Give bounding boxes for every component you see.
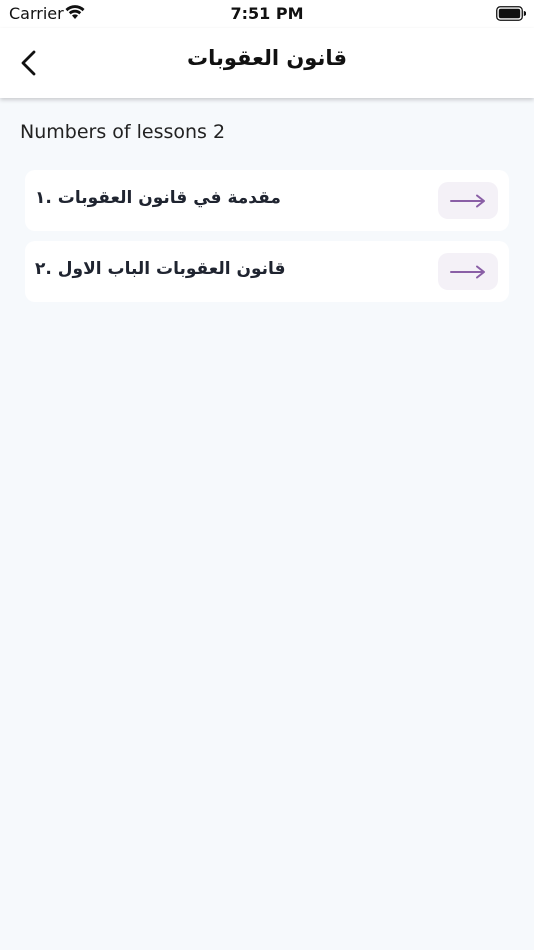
navigation-bar: قانون العقوبات (0, 28, 534, 98)
arrow-right-icon (450, 265, 485, 278)
lesson-title: مقدمة في قانون العقوبات .١ (35, 188, 281, 208)
open-lesson-button[interactable] (438, 253, 498, 290)
chevron-left-icon (21, 50, 36, 76)
lesson-title: قانون العقوبات الباب الاول .٢ (35, 259, 286, 279)
status-bar: Carrier 7:51 PM (0, 0, 534, 28)
clock: 7:51 PM (230, 4, 304, 23)
lessons-content: Numbers of lessons 2 مقدمة في قانون العق… (0, 98, 534, 950)
lesson-item[interactable]: قانون العقوبات الباب الاول .٢ (25, 241, 509, 302)
open-lesson-button[interactable] (438, 182, 498, 219)
arrow-right-icon (450, 194, 485, 207)
battery-icon (496, 6, 526, 21)
lesson-item[interactable]: مقدمة في قانون العقوبات .١ (25, 170, 509, 231)
page-title: قانون العقوبات (186, 46, 347, 70)
back-button[interactable] (10, 44, 48, 82)
lessons-count-label: Numbers of lessons 2 (20, 121, 226, 143)
